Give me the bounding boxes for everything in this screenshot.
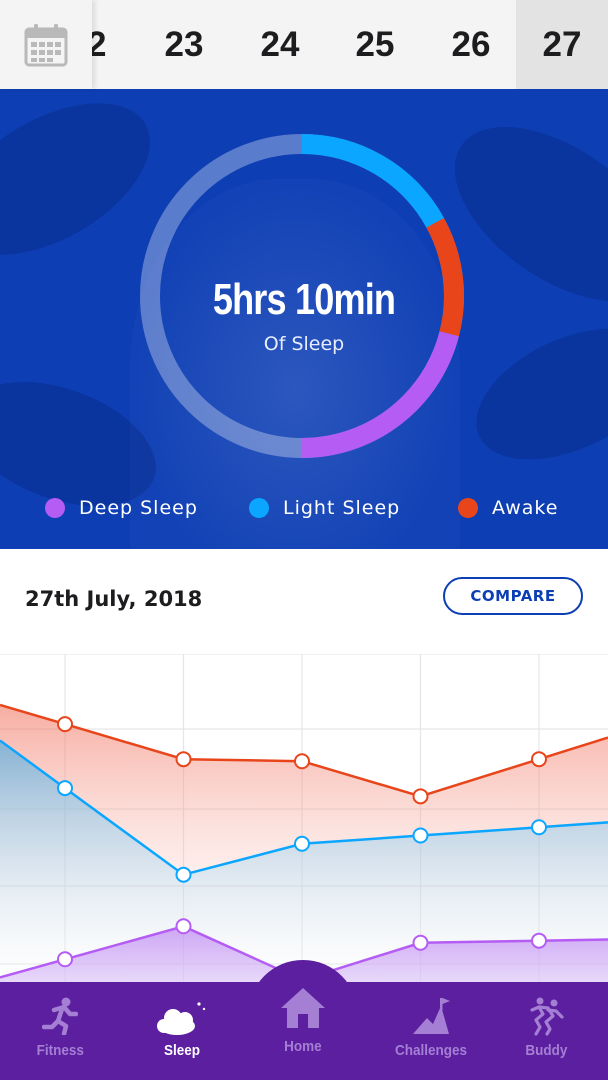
date-list: 22 23 24 25 26 27: [92, 0, 608, 89]
date-item[interactable]: 22: [92, 0, 134, 89]
date-item[interactable]: 24: [233, 0, 327, 89]
mountain-flag-icon: [411, 996, 451, 1036]
selected-date-label: 27th July, 2018: [25, 587, 203, 611]
nav-challenges[interactable]: Challenges: [371, 982, 491, 1080]
ring-segment-light-sleep: [301, 134, 444, 228]
legend-label: Deep Sleep: [79, 497, 198, 519]
nav-label: Sleep: [163, 1042, 201, 1059]
nav-buddy[interactable]: Buddy: [486, 982, 606, 1080]
date-item[interactable]: 23: [137, 0, 231, 89]
sleep-caption: Of Sleep: [263, 333, 345, 355]
home-icon: [279, 984, 327, 1032]
legend-dot: [458, 498, 478, 518]
legend-dot: [249, 498, 269, 518]
point-awake: [531, 751, 547, 768]
point-deep-sleep: [531, 932, 547, 949]
point-light-sleep: [531, 819, 547, 836]
point-awake: [175, 751, 192, 768]
legend-label: Light Sleep: [283, 497, 401, 519]
nav-home[interactable]: Home: [243, 982, 363, 1080]
point-light-sleep: [57, 780, 73, 797]
date-strip: 22 23 24 25 26 27: [0, 0, 608, 90]
sleep-summary-hero: 5hrs 10min Of Sleep Deep Sleep Light Sle…: [0, 89, 608, 549]
nav-sleep[interactable]: Sleep: [122, 982, 242, 1080]
nav-label: Fitness: [36, 1042, 84, 1059]
calendar-icon: [24, 23, 68, 66]
legend-deep-sleep: Deep Sleep: [45, 493, 198, 523]
legend-awake: Awake: [458, 493, 558, 523]
nav-label: Home: [284, 1038, 322, 1055]
sleep-area-chart: [0, 654, 608, 984]
point-awake: [412, 788, 429, 805]
date-item-selected[interactable]: 27: [516, 0, 608, 89]
nav-label: Buddy: [524, 1042, 567, 1059]
running-icon: [42, 996, 78, 1036]
point-awake: [294, 753, 310, 770]
sleep-legend: Deep Sleep Light Sleep Awake: [0, 493, 608, 523]
detail-header: 27th July, 2018 COMPARE: [0, 549, 608, 654]
compare-button[interactable]: COMPARE: [443, 577, 583, 615]
legend-light-sleep: Light Sleep: [249, 493, 400, 523]
point-light-sleep: [412, 827, 429, 844]
calendar-button[interactable]: [0, 0, 92, 89]
moon-cloud-icon: [155, 996, 209, 1036]
point-light-sleep: [294, 835, 310, 852]
nav-label: Challenges: [394, 1042, 468, 1059]
date-item[interactable]: 26: [424, 0, 518, 89]
sleep-total: 5hrs 10min Of Sleep: [104, 275, 504, 355]
legend-label: Awake: [492, 497, 559, 519]
point-deep-sleep: [175, 918, 192, 935]
sleep-duration: 5hrs 10min: [212, 275, 396, 324]
nav-fitness[interactable]: Fitness: [0, 982, 120, 1080]
point-deep-sleep: [412, 934, 429, 951]
point-deep-sleep: [57, 951, 73, 968]
point-light-sleep: [175, 866, 192, 883]
date-item[interactable]: 25: [328, 0, 422, 89]
point-awake: [57, 716, 73, 733]
legend-dot: [45, 498, 65, 518]
buddy-run-icon: [526, 996, 566, 1036]
